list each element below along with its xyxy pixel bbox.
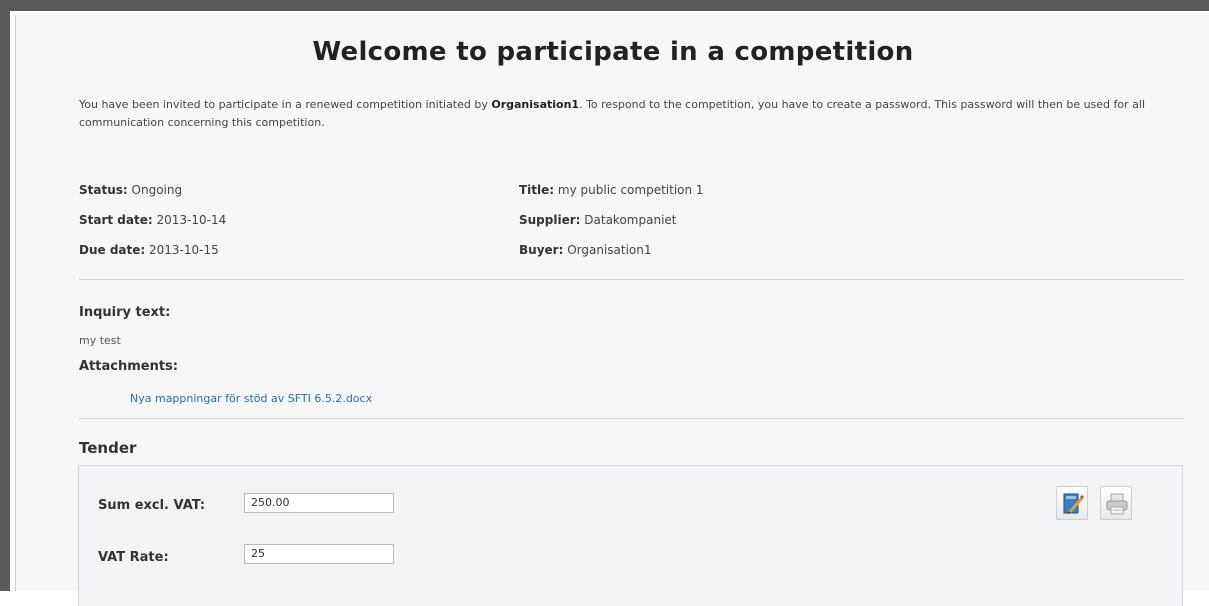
tender-section-title: Tender	[79, 439, 137, 457]
divider	[79, 279, 1184, 280]
sum-excl-vat-label: Sum excl. VAT:	[98, 498, 206, 513]
tender-box: Sum excl. VAT: VAT Rate:	[78, 465, 1183, 606]
status-label: Status:	[79, 183, 128, 197]
intro-prefix: You have been invited to participate in …	[79, 98, 492, 111]
due-date-value: 2013-10-15	[149, 243, 219, 257]
edit-document-button[interactable]	[1056, 486, 1088, 520]
supplier-value: Datakompaniet	[584, 213, 677, 227]
start-date-value: 2013-10-14	[156, 213, 227, 227]
due-date-label: Due date:	[79, 243, 146, 257]
buyer-value: Organisation1	[567, 243, 652, 257]
title-label: Title:	[519, 183, 555, 197]
intro-text: You have been invited to participate in …	[79, 96, 1189, 132]
divider	[79, 418, 1184, 419]
supplier-label: Supplier:	[519, 213, 581, 227]
supplier-field: Supplier: Datakompaniet	[519, 213, 676, 227]
buyer-field: Buyer: Organisation1	[519, 243, 652, 257]
title-value: my public competition 1	[557, 183, 704, 197]
inquiry-label: Inquiry text:	[79, 305, 171, 320]
vat-rate-label: VAT Rate:	[98, 550, 169, 565]
page-title: Welcome to participate in a competition	[312, 37, 914, 67]
vat-rate-input[interactable]	[244, 544, 394, 564]
status-value: Ongoing	[131, 183, 183, 197]
due-date-field: Due date: 2013-10-15	[79, 243, 219, 257]
window-left-border	[0, 0, 10, 591]
inquiry-text: my test	[79, 334, 121, 347]
window-top-border	[0, 0, 1209, 11]
start-date-label: Start date:	[79, 213, 153, 227]
start-date-field: Start date: 2013-10-14	[79, 213, 226, 227]
window: Welcome to participate in a competition …	[0, 0, 1209, 606]
attachment-link[interactable]: Nya mappningar för stöd av SFTI 6.5.2.do…	[130, 392, 372, 405]
sum-excl-vat-input[interactable]	[244, 493, 394, 513]
intro-organisation: Organisation1	[491, 98, 580, 111]
title-field: Title: my public competition 1	[519, 183, 704, 197]
print-button[interactable]	[1100, 486, 1132, 520]
buyer-label: Buyer:	[519, 243, 564, 257]
attachments-label: Attachments:	[79, 359, 178, 374]
status-field: Status: Ongoing	[79, 183, 182, 197]
